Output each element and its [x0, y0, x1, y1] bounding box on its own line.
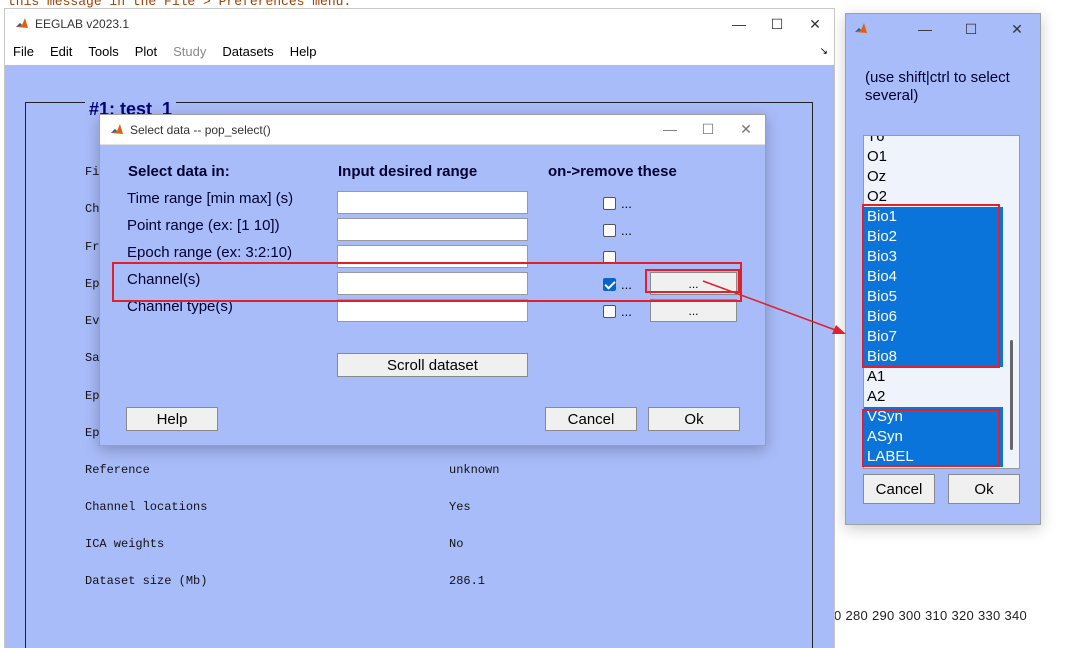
channel-types-remove-checkbox[interactable]	[603, 305, 616, 318]
select-titlebar: Select data -- pop_select() — ☐ ✕	[100, 115, 765, 145]
channel-item[interactable]: Bio4	[864, 267, 1004, 287]
info-label-truncated: Ep	[85, 277, 100, 291]
channel-item[interactable]: Bio8	[864, 347, 1004, 367]
channel-types-dots: ...	[621, 304, 632, 319]
menu-tools[interactable]: Tools	[80, 44, 126, 59]
channel-item[interactable]: O2	[864, 187, 1004, 207]
epoch-range-input[interactable]	[337, 245, 528, 268]
cancel-button[interactable]: Cancel	[545, 407, 637, 431]
point-range-label: Point range (ex: [1 10])	[127, 217, 280, 234]
menu-help[interactable]: Help	[282, 44, 325, 59]
channel-item[interactable]: Bio3	[864, 247, 1004, 267]
info-label-truncated: Fr	[85, 240, 100, 254]
channel-item[interactable]: O1	[864, 147, 1004, 167]
info-label-truncated: Fi	[85, 165, 100, 179]
channel-types-input[interactable]	[337, 299, 528, 322]
main-window-title: EEGLAB v2023.1	[35, 17, 130, 31]
select-data-dialog: Select data -- pop_select() — ☐ ✕ Select…	[99, 114, 766, 446]
channel-item[interactable]: T6	[864, 136, 1004, 147]
header-input-range: Input desired range	[338, 163, 478, 180]
point-range-input[interactable]	[337, 218, 528, 241]
channels-input[interactable]	[337, 272, 528, 295]
scrollbar-thumb[interactable]	[1010, 340, 1013, 450]
channels-select-button[interactable]: ...	[650, 272, 737, 295]
minimize-icon[interactable]: —	[720, 16, 758, 33]
matlab-logo-icon	[854, 22, 868, 36]
channel-item[interactable]: Bio7	[864, 327, 1004, 347]
epoch-range-label: Epoch range (ex: 3:2:10)	[127, 244, 293, 261]
channel-item[interactable]: Bio6	[864, 307, 1004, 327]
info-value-reference: unknown	[449, 463, 500, 477]
menu-datasets[interactable]: Datasets	[214, 44, 281, 59]
help-button[interactable]: Help	[126, 407, 218, 431]
toolbar-toggle-icon[interactable]: ↘	[820, 46, 828, 57]
matlab-logo-icon	[110, 123, 124, 137]
close-icon[interactable]: ✕	[727, 121, 765, 138]
channel-item[interactable]: Oz	[864, 167, 1004, 187]
info-label-truncated: Ep	[85, 426, 100, 440]
info-label-truncated: Ch	[85, 202, 100, 216]
info-label-truncated: Ev	[85, 314, 100, 328]
channel-types-select-button[interactable]: ...	[650, 299, 737, 322]
channels-dots: ...	[621, 277, 632, 292]
maximize-icon[interactable]: ☐	[689, 121, 727, 138]
matlab-logo-icon	[15, 17, 29, 31]
channel-ok-button[interactable]: Ok	[948, 474, 1020, 504]
maximize-icon[interactable]: ☐	[758, 16, 796, 33]
close-icon[interactable]: ✕	[796, 16, 834, 33]
header-remove-these: on->remove these	[548, 163, 677, 180]
minimize-icon[interactable]: —	[902, 21, 948, 38]
channel-cancel-button[interactable]: Cancel	[863, 474, 935, 504]
minimize-icon[interactable]: —	[651, 121, 689, 138]
channel-item[interactable]: Bio2	[864, 227, 1004, 247]
channel-listbox[interactable]: T6 O1 Oz O2 Bio1 Bio2 Bio3 Bio4 Bio5 Bio6 Bio7 Bio8…	[863, 135, 1020, 469]
channel-item[interactable]: LABEL	[864, 447, 1004, 467]
main-menubar: File Edit Tools Plot Study Datasets Help…	[5, 39, 834, 63]
maximize-icon[interactable]: ☐	[948, 21, 994, 38]
channel-list-window: — ☐ ✕ (use shift|ctrl to select several)…	[845, 13, 1041, 525]
channel-list: T6 O1 Oz O2 Bio1 Bio2 Bio3 Bio4 Bio5 Bio6 Bio7 Bio8…	[864, 136, 1004, 467]
info-label-channel-locations: Channel locations	[85, 500, 208, 514]
info-value-ica-weights: No	[449, 537, 464, 551]
info-value-channel-locations: Yes	[449, 500, 471, 514]
channel-item[interactable]: A2	[864, 387, 1004, 407]
channel-item[interactable]: Bio1	[864, 207, 1004, 227]
main-titlebar: EEGLAB v2023.1 — ☐ ✕	[5, 9, 834, 39]
point-range-remove-checkbox[interactable]	[603, 224, 616, 237]
channel-titlebar: — ☐ ✕	[846, 14, 1040, 44]
close-icon[interactable]: ✕	[994, 21, 1040, 38]
point-range-dots: ...	[621, 223, 632, 238]
time-range-dots: ...	[621, 196, 632, 211]
channel-item[interactable]: Bio5	[864, 287, 1004, 307]
info-label-truncated: Ep	[85, 389, 100, 403]
info-label-truncated: Sa	[85, 351, 100, 365]
epoch-range-remove-checkbox[interactable]	[603, 251, 616, 264]
info-label-ica-weights: ICA weights	[85, 537, 165, 551]
select-dialog-title: Select data -- pop_select()	[130, 122, 271, 137]
channel-item[interactable]: VSyn	[864, 407, 1004, 427]
time-range-remove-checkbox[interactable]	[603, 197, 616, 210]
info-label-dataset-size: Dataset size (Mb)	[85, 574, 208, 588]
channel-item[interactable]: ASyn	[864, 427, 1004, 447]
time-range-label: Time range [min max] (s)	[127, 190, 294, 207]
channels-remove-checkbox[interactable]	[603, 278, 616, 291]
menu-edit[interactable]: Edit	[42, 44, 80, 59]
scroll-dataset-button[interactable]: Scroll dataset	[337, 353, 528, 377]
axis-tick-labels: 0 280 290 300 310 320 330 340	[834, 608, 1028, 623]
channel-item[interactable]: A1	[864, 367, 1004, 387]
header-select-data-in: Select data in:	[128, 163, 230, 180]
info-value-dataset-size: 286.1	[449, 574, 486, 588]
time-range-input[interactable]	[337, 191, 528, 214]
menu-plot[interactable]: Plot	[127, 44, 165, 59]
selection-hint: (use shift|ctrl to select several)	[865, 69, 1010, 104]
info-label-reference: Reference	[85, 463, 150, 477]
ok-button[interactable]: Ok	[648, 407, 740, 431]
channel-types-label: Channel type(s)	[127, 298, 233, 315]
menu-file[interactable]: File	[5, 44, 42, 59]
channels-label: Channel(s)	[127, 271, 201, 288]
menu-study[interactable]: Study	[165, 44, 214, 59]
